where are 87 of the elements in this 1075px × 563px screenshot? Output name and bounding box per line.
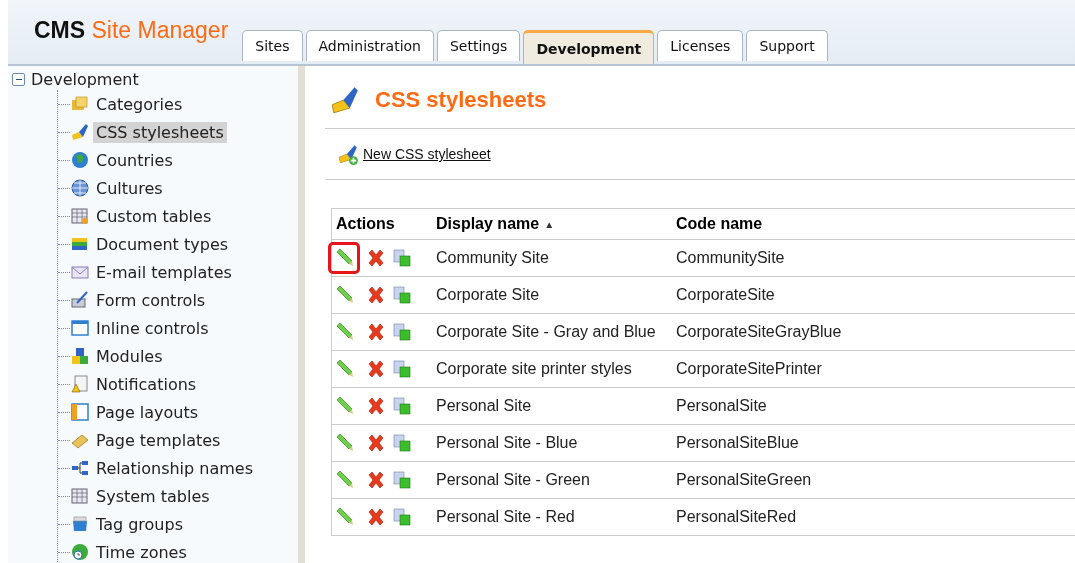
- column-header[interactable]: Display name ▲: [432, 209, 672, 240]
- tree-item[interactable]: Relationship names: [93, 457, 256, 479]
- page-title: CSS stylesheets: [375, 87, 547, 113]
- clone-icon[interactable]: [392, 248, 412, 268]
- brush-icon: [70, 122, 90, 142]
- clone-icon[interactable]: [392, 359, 412, 379]
- tab[interactable]: Administration: [305, 30, 434, 61]
- tree-item[interactable]: Countries: [93, 149, 176, 171]
- clone-icon[interactable]: [392, 322, 412, 342]
- clone-icon[interactable]: [392, 507, 412, 527]
- tab[interactable]: Sites: [242, 30, 303, 61]
- warning-document-icon: [70, 374, 90, 394]
- tree-item[interactable]: E-mail templates: [93, 261, 235, 283]
- table-cell: Corporate Site: [432, 277, 672, 314]
- tree-item[interactable]: Time zones: [93, 541, 190, 563]
- column-header[interactable]: Code name: [672, 209, 1075, 240]
- sort-icon: ▲: [544, 218, 555, 230]
- pencil-icon: [334, 359, 354, 379]
- delete-icon[interactable]: [366, 322, 386, 342]
- tree-item[interactable]: Notifications: [93, 373, 200, 395]
- tree-item[interactable]: Page templates: [93, 429, 224, 451]
- globe-icon: [70, 150, 90, 170]
- cubes-icon: [70, 346, 90, 366]
- tab[interactable]: Development: [523, 30, 655, 64]
- clone-icon[interactable]: [392, 285, 412, 305]
- delete-icon[interactable]: [366, 470, 386, 490]
- table-icon: [70, 206, 90, 226]
- table-cell: Personal Site - Green: [432, 462, 672, 499]
- pencil-icon: [334, 396, 354, 416]
- hierarchy-icon: [70, 458, 90, 478]
- brush-icon: [329, 84, 361, 116]
- layout-icon: [70, 402, 90, 422]
- globe-icon: [70, 178, 90, 198]
- tree-item[interactable]: CSS stylesheets: [93, 121, 227, 143]
- table-cell-text: PersonalSiteRed: [675, 507, 798, 527]
- collapse-toggle[interactable]: [12, 72, 25, 86]
- clone-icon[interactable]: [392, 470, 412, 490]
- pencil-icon: [334, 322, 354, 342]
- tree-item[interactable]: Cultures: [93, 177, 166, 199]
- pen-form-icon: [70, 290, 90, 310]
- table-cell: PersonalSiteBlue: [672, 425, 1075, 462]
- delete-icon[interactable]: [366, 248, 386, 268]
- table-cell-text: Personal Site - Red: [435, 507, 576, 527]
- tree-item[interactable]: Form controls: [93, 289, 209, 311]
- table-cell: CommunitySite: [672, 240, 1075, 277]
- tree-item[interactable]: Categories: [93, 93, 186, 115]
- tree-item[interactable]: Modules: [93, 345, 166, 367]
- tree-item[interactable]: System tables: [93, 485, 213, 507]
- tab[interactable]: Support: [746, 30, 828, 61]
- pencil-icon: [334, 470, 354, 490]
- delete-icon[interactable]: [366, 433, 386, 453]
- tree-item[interactable]: Custom tables: [93, 205, 215, 227]
- delete-icon[interactable]: [366, 507, 386, 527]
- cup-icon: [70, 514, 90, 534]
- table-cell: PersonalSiteGreen: [672, 462, 1075, 499]
- tree-item[interactable]: Document types: [93, 233, 232, 255]
- add-brush-icon: [337, 143, 359, 165]
- table-cell: CorporateSiteGrayBlue: [672, 314, 1075, 351]
- logo: CMS Site Manager: [33, 17, 230, 45]
- tab[interactable]: Settings: [436, 30, 521, 61]
- pencil-icon: [334, 433, 354, 453]
- clone-icon[interactable]: [392, 433, 412, 453]
- tree-item[interactable]: Development: [31, 69, 139, 89]
- window-icon: [70, 318, 90, 338]
- pencil-icon: [334, 248, 354, 268]
- delete-icon[interactable]: [366, 359, 386, 379]
- table-cell: Personal Site: [432, 388, 672, 425]
- new-stylesheet-link[interactable]: New CSS stylesheet: [363, 146, 491, 162]
- table-cell: CorporateSitePrinter: [672, 351, 1075, 388]
- table-cell: PersonalSite: [672, 388, 1075, 425]
- table-cell: CorporateSite: [672, 277, 1075, 314]
- tab[interactable]: Licenses: [657, 30, 744, 61]
- delete-icon[interactable]: [366, 396, 386, 416]
- table-icon: [70, 486, 90, 506]
- clone-icon[interactable]: [392, 396, 412, 416]
- tree-item[interactable]: Page layouts: [93, 401, 202, 423]
- table-cell: Corporate Site - Gray and Blue: [432, 314, 672, 351]
- pencil-icon: [334, 507, 354, 527]
- column-header: Actions: [332, 209, 432, 240]
- table-cell: Personal Site - Blue: [432, 425, 672, 462]
- tree-item[interactable]: Tag groups: [93, 513, 186, 535]
- highlighted-edit-button[interactable]: [328, 242, 360, 274]
- table-cell: Corporate site printer styles: [432, 351, 672, 388]
- table-cell: Community Site: [432, 240, 672, 277]
- delete-icon[interactable]: [366, 285, 386, 305]
- pencil-icon: [334, 285, 354, 305]
- tree-item[interactable]: Inline controls: [93, 317, 212, 339]
